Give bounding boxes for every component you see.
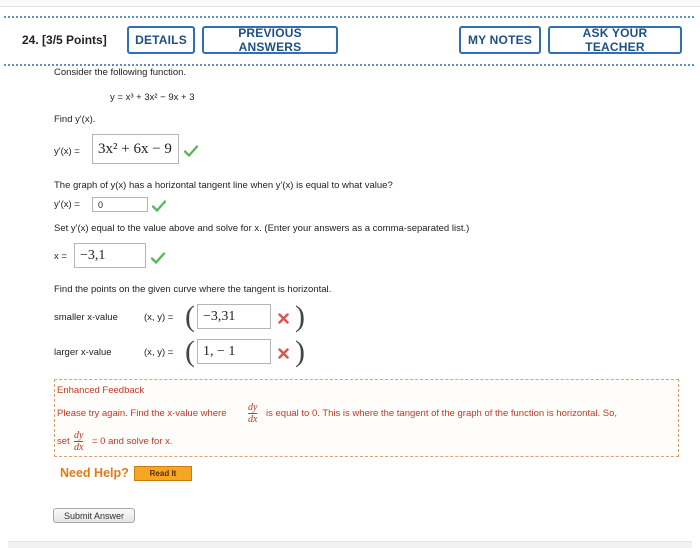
smaller-xy-label: (x, y) =: [144, 312, 174, 323]
points-instruction-text: Find the points on the given curve where…: [54, 284, 332, 295]
x-label: x =: [54, 251, 67, 262]
larger-answer-box[interactable]: 1, − 1: [197, 339, 271, 364]
intro-text: Consider the following function.: [54, 67, 187, 78]
open-paren: (: [185, 335, 195, 368]
question-header: 24. [3/5 Points] DETAILS PREVIOUS ANSWER…: [4, 16, 694, 66]
previous-answers-button[interactable]: PREVIOUS ANSWERS: [202, 26, 338, 54]
find-derivative-label: Find y'(x).: [54, 114, 96, 125]
feedback-line2-pre: set: [57, 436, 70, 447]
feedback-line1-post: is equal to 0. This is where the tangent…: [266, 408, 618, 419]
question-number-value: 24.: [22, 33, 39, 47]
tangent-answer-box[interactable]: 0: [92, 197, 148, 212]
feedback-line2-post: = 0 and solve for x.: [92, 436, 173, 447]
open-paren: (: [185, 300, 195, 333]
frac-numerator: dy: [74, 430, 84, 441]
question-number: 24. [3/5 Points]: [22, 33, 107, 47]
derivative-answer-box[interactable]: 3x² + 6x − 9: [92, 134, 179, 164]
enhanced-feedback-panel: Enhanced Feedback Please try again. Find…: [54, 379, 679, 457]
details-button[interactable]: DETAILS: [127, 26, 195, 54]
top-divider: [0, 0, 700, 7]
close-paren: ): [295, 300, 305, 333]
derivative-answer-value: 3x² + 6x − 9: [98, 140, 172, 157]
check-icon: [152, 200, 166, 212]
close-paren: ): [295, 335, 305, 368]
smaller-answer-value: −3,31: [203, 308, 236, 324]
derivative-label: y'(x) =: [54, 146, 80, 157]
read-it-button[interactable]: Read It: [134, 466, 192, 481]
x-icon: [278, 348, 289, 359]
frac-denominator: dx: [74, 442, 84, 453]
solve-instruction-text: Set y'(x) equal to the value above and s…: [54, 223, 470, 234]
question-points: [3/5 Points]: [42, 33, 107, 47]
frac-numerator: dy: [248, 402, 258, 413]
check-icon: [151, 252, 165, 264]
larger-xy-label: (x, y) =: [144, 347, 174, 358]
need-help-label: Need Help?: [60, 466, 129, 480]
check-icon: [184, 145, 198, 157]
ask-your-teacher-button[interactable]: ASK YOUR TEACHER: [548, 26, 682, 54]
tangent-answer-value: 0: [98, 199, 104, 210]
feedback-line1-pre: Please try again. Find the x-value where: [57, 408, 227, 419]
frac-denominator: dx: [248, 414, 258, 425]
x-answer-value: −3,1: [80, 247, 106, 263]
smaller-answer-box[interactable]: −3,31: [197, 304, 271, 329]
tangent-label: y'(x) =: [54, 199, 80, 210]
my-notes-button[interactable]: MY NOTES: [459, 26, 541, 54]
dy-dx-fraction: dy dx: [74, 430, 84, 453]
x-answer-box[interactable]: −3,1: [74, 243, 146, 268]
smaller-x-label: smaller x-value: [54, 312, 118, 323]
x-icon: [278, 313, 289, 324]
submit-answer-button[interactable]: Submit Answer: [53, 508, 135, 523]
larger-x-label: larger x-value: [54, 347, 112, 358]
dy-dx-fraction: dy dx: [248, 402, 258, 425]
feedback-title: Enhanced Feedback: [57, 385, 145, 396]
function-text: y = x³ + 3x² − 9x + 3: [110, 92, 195, 103]
tangent-question-text: The graph of y(x) has a horizontal tange…: [54, 180, 393, 191]
larger-answer-value: 1, − 1: [203, 343, 236, 359]
